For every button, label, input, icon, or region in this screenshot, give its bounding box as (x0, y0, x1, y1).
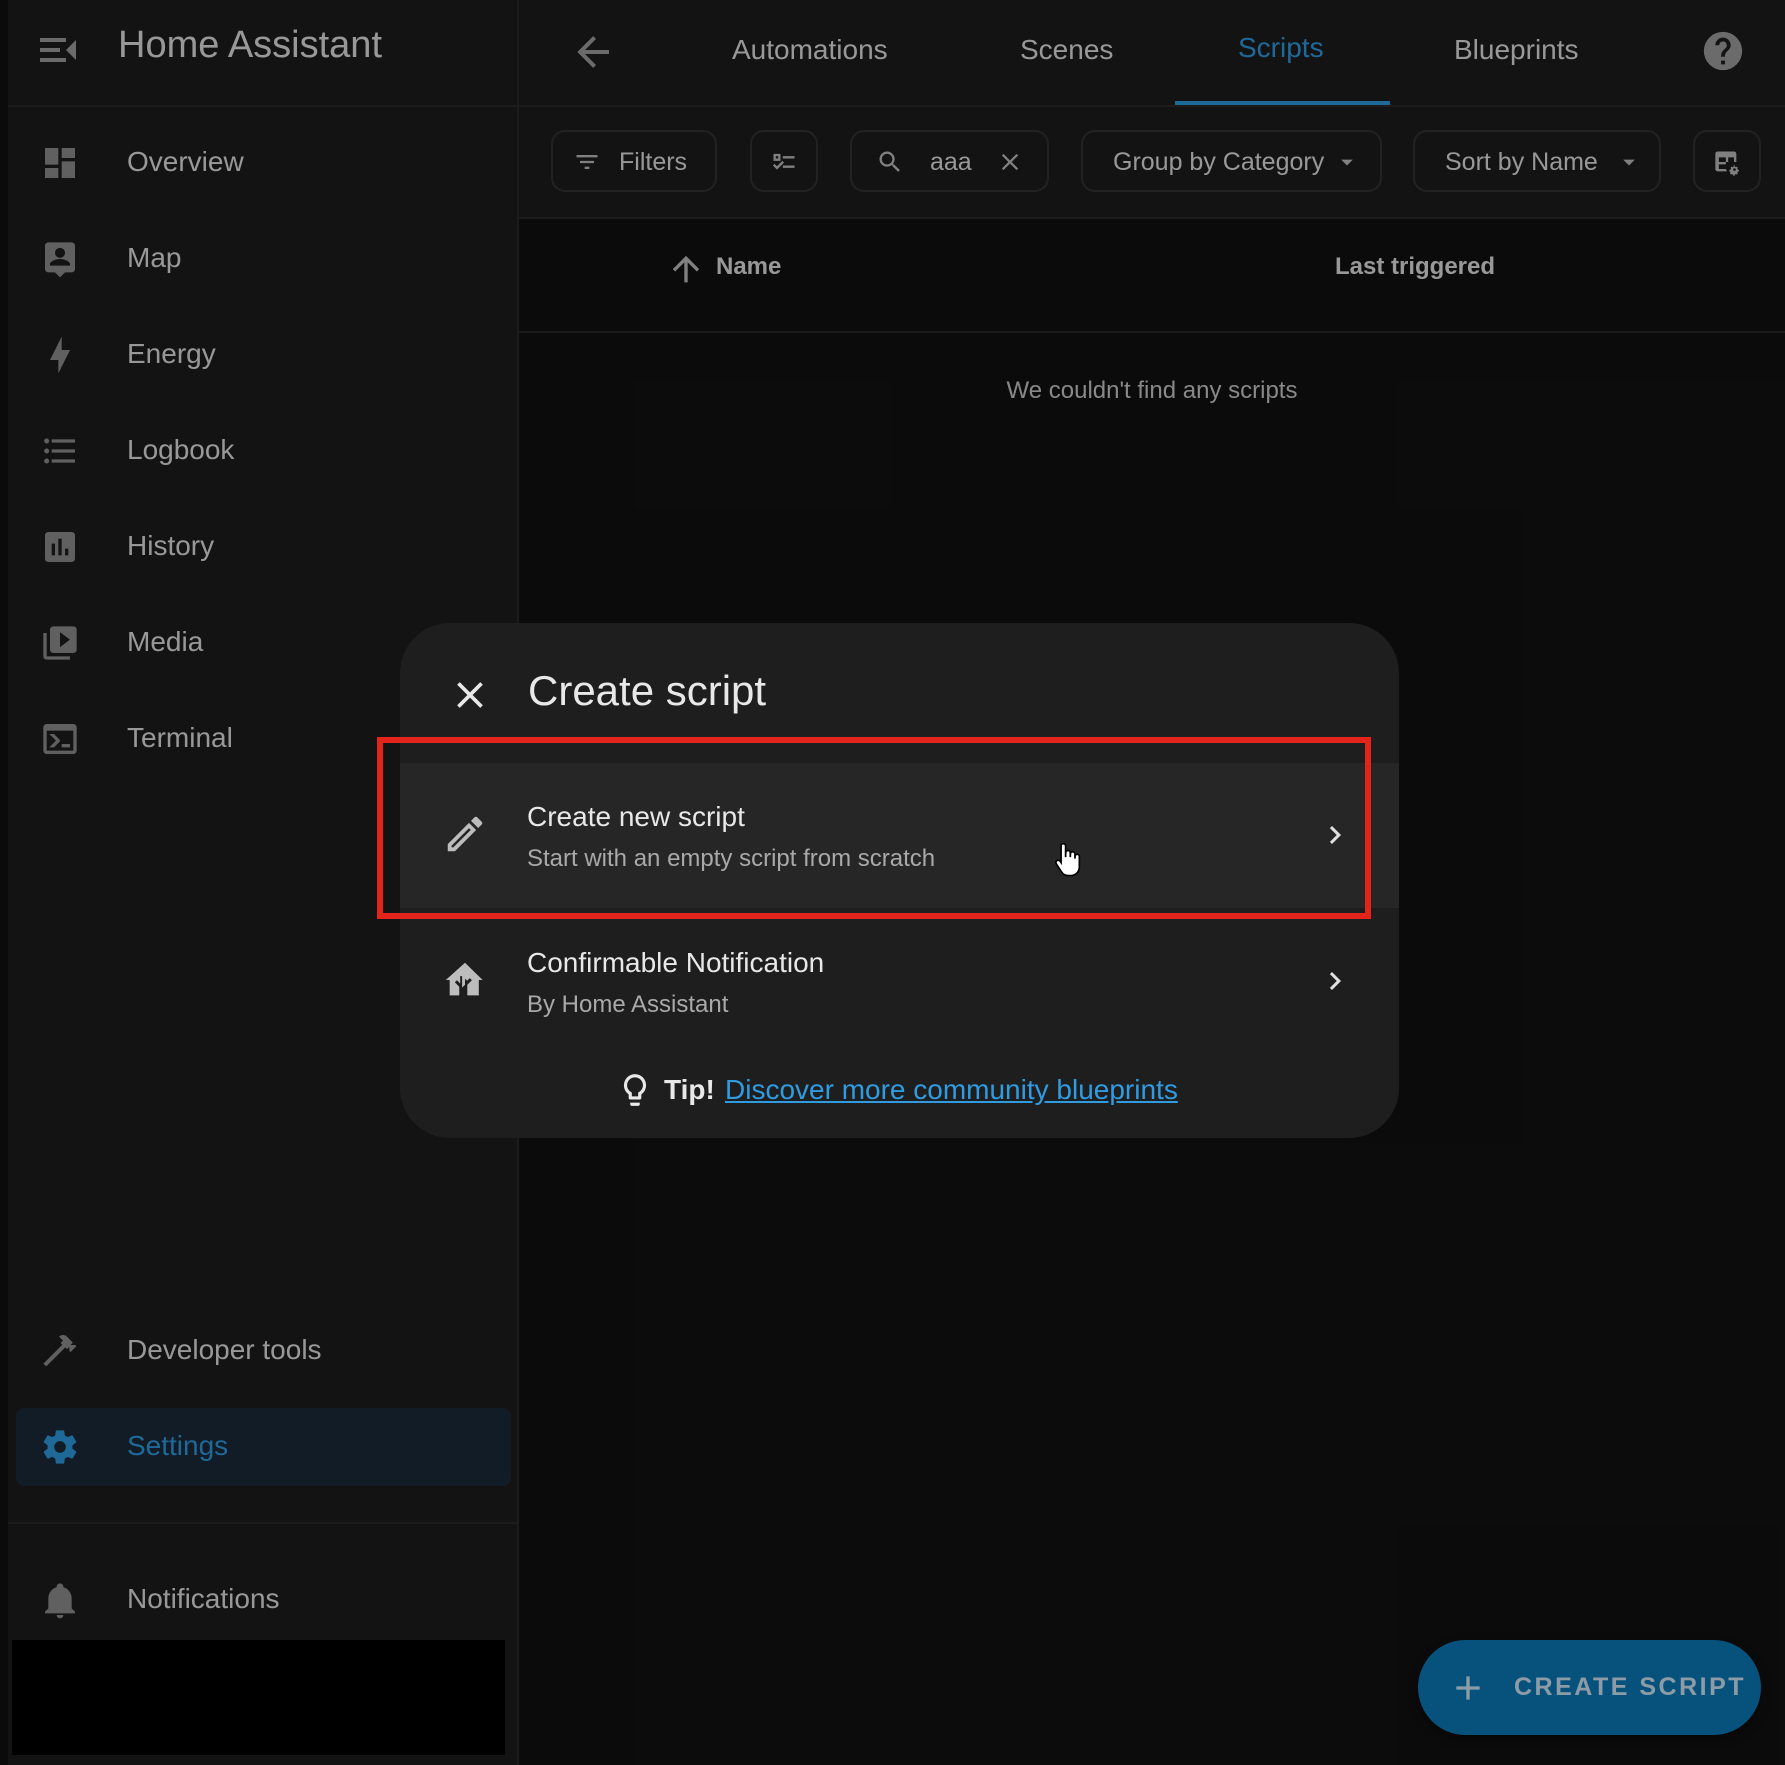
dialog-close-button[interactable] (448, 673, 492, 717)
app-root: Home Assistant Overview Map Energy Logbo… (0, 0, 1785, 1765)
close-icon (457, 682, 483, 708)
option-subtitle: Start with an empty script from scratch (527, 845, 936, 872)
tip-label: Tip! (664, 1074, 715, 1105)
chevron-right-icon (1329, 826, 1341, 844)
dialog-title: Create script (528, 667, 767, 714)
blueprint-icon (445, 962, 483, 996)
create-script-dialog: Create script Create new script Start wi… (400, 623, 1399, 1138)
option-title: Confirmable Notification (527, 947, 825, 978)
pencil-icon (447, 816, 483, 852)
option-title: Create new script (527, 801, 745, 832)
community-blueprints-link[interactable]: Discover more community blueprints (725, 1074, 1178, 1106)
blueprint-option-confirmable-notification[interactable]: Confirmable Notification By Home Assista… (400, 909, 1399, 1054)
option-subtitle: By Home Assistant (527, 991, 729, 1018)
tip-row: Tip! Discover more community blueprints (400, 1070, 1399, 1110)
lightbulb-outline-icon (623, 1074, 647, 1106)
create-new-script-option[interactable]: Create new script Start with an empty sc… (400, 763, 1399, 908)
chevron-right-icon (1329, 972, 1341, 990)
